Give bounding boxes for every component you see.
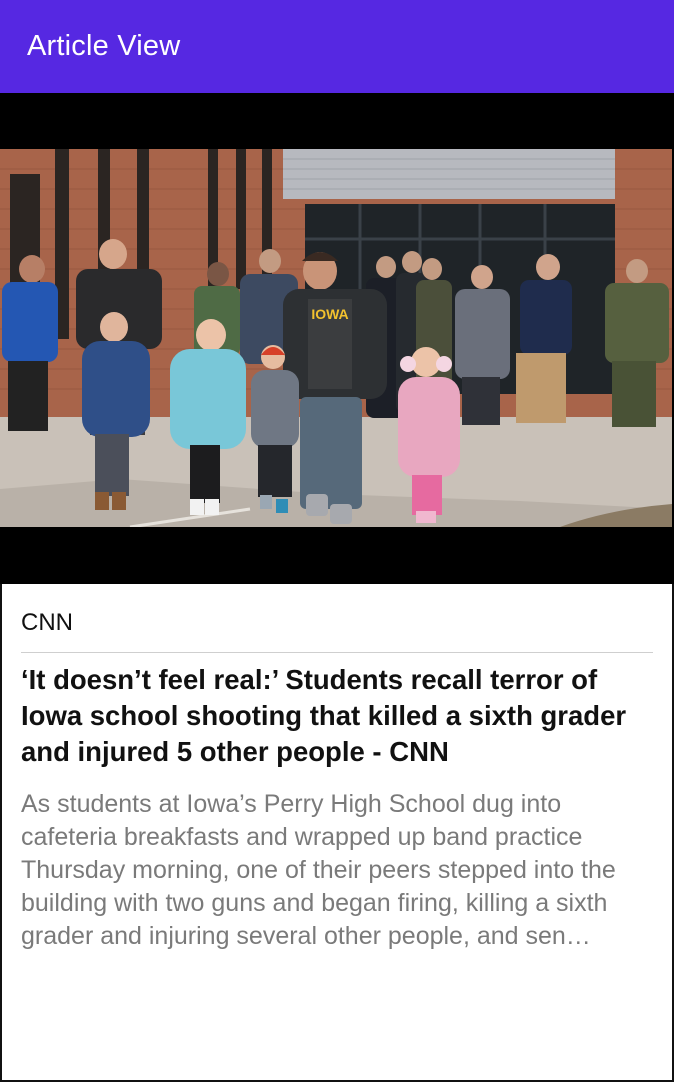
article-headline[interactable]: ‘It doesn’t feel real:’ Students recall …: [21, 662, 641, 770]
source-divider: [21, 652, 653, 653]
article-summary: As students at Iowa’s Perry High School …: [21, 790, 616, 950]
article-image[interactable]: IOWA: [0, 149, 672, 527]
article-card[interactable]: CNN ‘It doesn’t feel real:’ Students rec…: [0, 584, 674, 1082]
svg-text:IOWA: IOWA: [311, 306, 348, 322]
article-media: IOWA: [0, 93, 674, 584]
app-bar: Article View: [0, 0, 674, 93]
app-bar-title: Article View: [27, 30, 181, 62]
article-source: CNN: [21, 609, 73, 636]
